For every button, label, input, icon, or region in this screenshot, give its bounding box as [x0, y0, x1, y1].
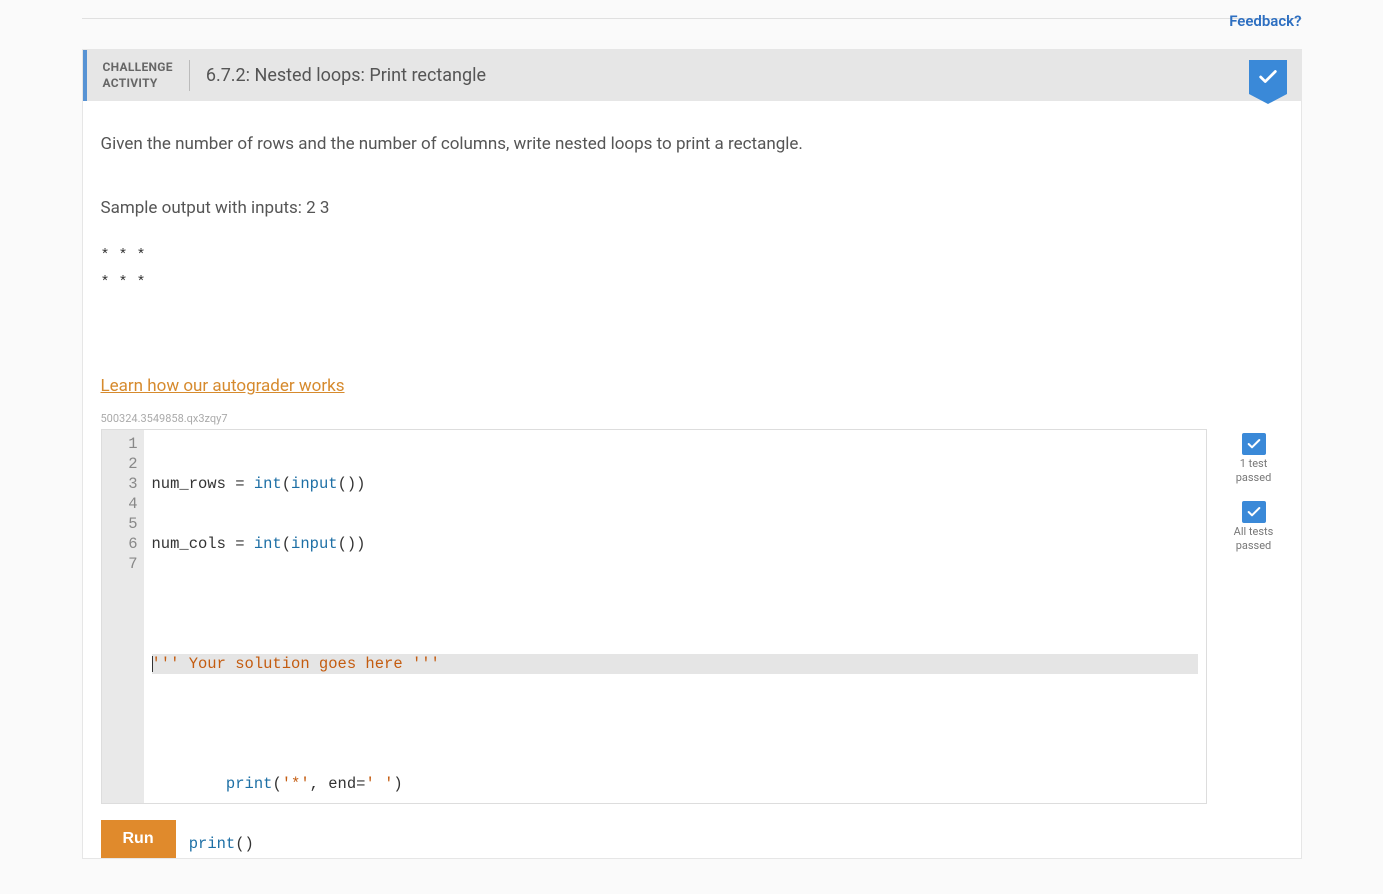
completion-badge — [1249, 60, 1287, 94]
feedback-link[interactable]: Feedback? — [1229, 12, 1301, 30]
line-number: 5 — [112, 514, 138, 534]
status-column: 1 testpassed All testspassed — [1225, 429, 1283, 566]
code-line — [152, 714, 1198, 734]
code-line: num_cols = int(input()) — [152, 534, 1198, 554]
code-id: 500324.3549858.qx3zqy7 — [101, 412, 1283, 425]
challenge-label-line2: ACTIVITY — [103, 76, 173, 92]
challenge-label-line1: CHALLENGE — [103, 60, 173, 76]
line-number: 7 — [112, 554, 138, 574]
code-line: print('*', end=' ') — [152, 774, 1198, 794]
challenge-title: 6.7.2: Nested loops: Print rectangle — [190, 60, 486, 91]
code-lines[interactable]: num_rows = int(input()) num_cols = int(i… — [144, 430, 1206, 803]
test-passed-label: 1 testpassed — [1236, 457, 1272, 485]
autograder-link[interactable]: Learn how our autograder works — [101, 376, 345, 396]
code-line: print() — [152, 834, 1198, 854]
test-passed-badge — [1242, 433, 1266, 455]
code-line: ''' Your solution goes here ''' — [152, 654, 1198, 674]
instructions-text: Given the number of rows and the number … — [101, 131, 1283, 158]
all-tests-passed-badge — [1242, 501, 1266, 523]
editor-row: 1 2 3 4 5 6 7 num_rows = int(input()) nu… — [101, 429, 1283, 804]
check-icon — [1246, 504, 1262, 520]
line-number: 2 — [112, 454, 138, 474]
check-icon — [1246, 436, 1262, 452]
code-line: num_rows = int(input()) — [152, 474, 1198, 494]
challenge-card: CHALLENGE ACTIVITY 6.7.2: Nested loops: … — [82, 49, 1302, 859]
challenge-header: CHALLENGE ACTIVITY 6.7.2: Nested loops: … — [83, 50, 1301, 101]
line-number: 6 — [112, 534, 138, 554]
challenge-label: CHALLENGE ACTIVITY — [103, 60, 190, 91]
code-line — [152, 594, 1198, 614]
line-number: 3 — [112, 474, 138, 494]
line-number: 4 — [112, 494, 138, 514]
divider — [82, 18, 1302, 19]
all-tests-passed-label: All testspassed — [1234, 525, 1274, 553]
line-gutter: 1 2 3 4 5 6 7 — [102, 430, 144, 803]
line-number: 1 — [112, 434, 138, 454]
sample-output-label: Sample output with inputs: 2 3 — [101, 198, 1283, 218]
sample-output: * * * * * * — [101, 242, 1283, 296]
challenge-body: Given the number of rows and the number … — [83, 101, 1301, 858]
check-icon — [1257, 66, 1279, 88]
code-editor[interactable]: 1 2 3 4 5 6 7 num_rows = int(input()) nu… — [101, 429, 1207, 804]
